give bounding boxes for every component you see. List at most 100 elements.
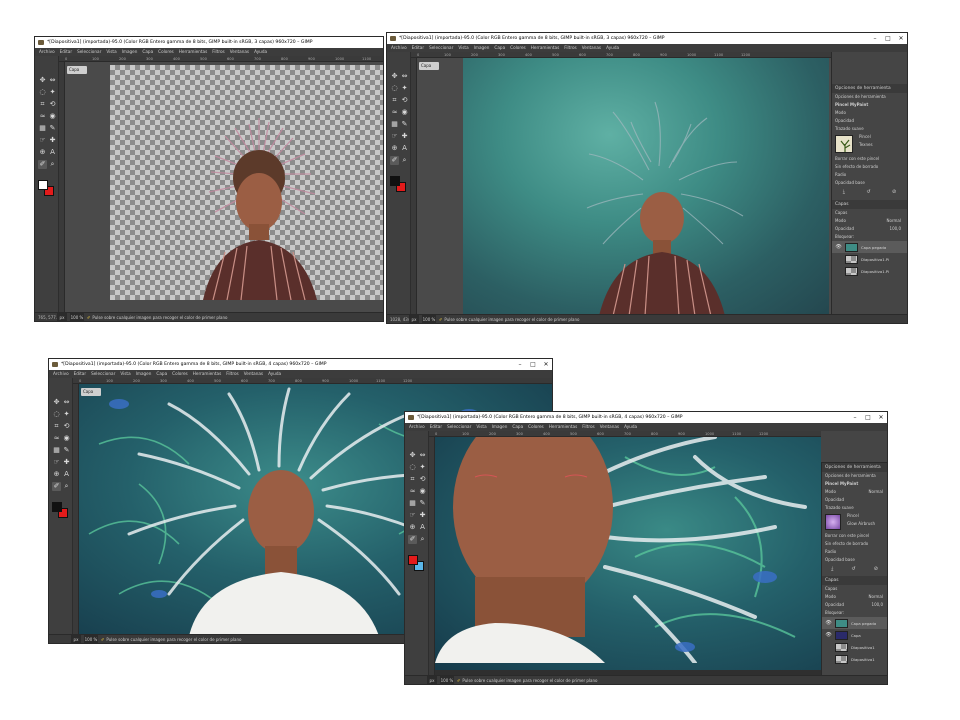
menu-item[interactable]: Editar <box>74 371 86 376</box>
eye-icon[interactable]: 👁 <box>825 632 832 638</box>
heal-icon[interactable]: ✚ <box>418 511 427 520</box>
menu-item[interactable]: Herramientas <box>179 49 208 54</box>
maximize-button[interactable]: □ <box>527 359 539 370</box>
zoom-selector[interactable]: 100 % <box>84 635 98 643</box>
transform-icon[interactable]: ⟲ <box>62 422 71 431</box>
menu-item[interactable]: Filtros <box>226 371 238 376</box>
clone-icon[interactable]: ⊕ <box>408 523 417 532</box>
color-picker-icon[interactable]: ✐ <box>390 156 399 165</box>
bucket-fill-icon[interactable]: ◉ <box>418 487 427 496</box>
restore-icon[interactable]: ↺ <box>866 189 870 195</box>
paintbrush-icon[interactable]: ✎ <box>418 499 427 508</box>
menu-item[interactable]: Colores <box>158 49 174 54</box>
menu-item[interactable]: Filtros <box>564 45 576 50</box>
transform-icon[interactable]: ⟲ <box>48 100 57 109</box>
menu-item[interactable]: Filtros <box>582 424 594 429</box>
radius-slider[interactable]: Radio <box>822 548 887 556</box>
menu-item[interactable]: Ayuda <box>606 45 619 50</box>
layer-mode-row[interactable]: Modo Normal <box>832 217 907 225</box>
fuzzy-select-icon[interactable]: ✦ <box>418 463 427 472</box>
brush-preview[interactable] <box>835 135 853 153</box>
eye-icon[interactable]: 👁 <box>835 244 842 250</box>
move-icon[interactable]: ✥ <box>408 451 417 460</box>
fuzzy-select-icon[interactable]: ✦ <box>62 410 71 419</box>
no-erase-checkbox[interactable]: Sin efecto de borrado <box>832 163 907 171</box>
clone-icon[interactable]: ⊕ <box>38 148 47 157</box>
menu-item[interactable]: Seleccionar <box>429 45 453 50</box>
color-picker-icon[interactable]: ✐ <box>408 535 417 544</box>
clone-icon[interactable]: ⊕ <box>52 470 61 479</box>
menu-item[interactable]: Ayuda <box>268 371 281 376</box>
restore-icon[interactable]: ↺ <box>851 566 855 572</box>
menu-item[interactable]: Ventanas <box>230 49 249 54</box>
base-opacity-slider[interactable]: Opacidad base <box>832 179 907 187</box>
unit-selector[interactable]: px <box>427 676 437 684</box>
maximize-button[interactable]: □ <box>882 33 894 44</box>
warp-icon[interactable]: ≈ <box>38 112 47 121</box>
menu-item[interactable]: Ventanas <box>582 45 601 50</box>
menu-item[interactable]: Imagen <box>474 45 490 50</box>
warp-icon[interactable]: ≈ <box>408 487 417 496</box>
layer-item[interactable]: Diapositiva1.Pi <box>832 265 907 277</box>
transform-icon[interactable]: ⟲ <box>400 96 409 105</box>
crop-icon[interactable]: ⌗ <box>408 475 417 484</box>
menu-item[interactable]: Editar <box>430 424 442 429</box>
heal-icon[interactable]: ✚ <box>400 132 409 141</box>
unit-selector[interactable]: px <box>71 635 81 643</box>
layer-opacity-row[interactable]: Opacidad 100,0 <box>832 225 907 233</box>
menu-item[interactable]: Capa <box>494 45 505 50</box>
foreground-color-swatch[interactable] <box>390 176 400 186</box>
color-picker-icon[interactable]: ✐ <box>38 160 47 169</box>
image-canvas[interactable]: Capa <box>417 58 831 314</box>
smooth-stroke-checkbox[interactable]: Trazado suave <box>822 504 887 512</box>
align-icon[interactable]: ⇔ <box>400 72 409 81</box>
layer-item[interactable]: Diapositiva1 <box>822 653 887 665</box>
menu-item[interactable]: Archivo <box>409 424 425 429</box>
unit-selector[interactable]: px <box>409 315 419 323</box>
layers-tab[interactable]: Capas <box>832 209 907 217</box>
paintbrush-icon[interactable]: ✎ <box>62 446 71 455</box>
menu-item[interactable]: Colores <box>172 371 188 376</box>
menu-item[interactable]: Colores <box>510 45 526 50</box>
menu-item[interactable]: Vista <box>120 371 130 376</box>
heal-icon[interactable]: ✚ <box>62 458 71 467</box>
zoom-selector[interactable]: 100 % <box>422 315 436 323</box>
menu-item[interactable]: Seleccionar <box>447 424 471 429</box>
smudge-icon[interactable]: ☞ <box>390 132 399 141</box>
align-icon[interactable]: ⇔ <box>418 451 427 460</box>
menu-item[interactable]: Ayuda <box>254 49 267 54</box>
menu-item[interactable]: Filtros <box>212 49 224 54</box>
layer-item[interactable]: 👁 Capa pegada <box>822 617 887 629</box>
layers-tab[interactable]: Capas <box>822 585 887 593</box>
image-canvas[interactable]: Capa <box>65 62 383 312</box>
menu-item[interactable]: Imagen <box>122 49 138 54</box>
save-icon[interactable]: ⤓ <box>843 189 845 195</box>
crop-icon[interactable]: ⌗ <box>52 422 61 431</box>
paintbrush-icon[interactable]: ✎ <box>48 124 57 133</box>
layer-dropdown[interactable]: Capa <box>419 62 439 70</box>
gradient-icon[interactable]: ▦ <box>52 446 61 455</box>
text-icon[interactable]: A <box>48 148 57 157</box>
minimize-button[interactable]: – <box>849 412 861 423</box>
menu-item[interactable]: Archivo <box>53 371 69 376</box>
zoom-selector[interactable]: 100 % <box>440 676 454 684</box>
align-icon[interactable]: ⇔ <box>62 398 71 407</box>
lasso-icon[interactable]: ◌ <box>408 463 417 472</box>
image-canvas[interactable] <box>435 437 821 670</box>
menu-item[interactable]: Ventanas <box>244 371 263 376</box>
erase-checkbox[interactable]: Borrar con este pincel <box>822 532 887 540</box>
menu-item[interactable]: Herramientas <box>531 45 560 50</box>
smudge-icon[interactable]: ☞ <box>38 136 47 145</box>
menu-item[interactable]: Vista <box>106 49 116 54</box>
no-erase-checkbox[interactable]: Sin efecto de borrado <box>822 540 887 548</box>
fuzzy-select-icon[interactable]: ✦ <box>48 88 57 97</box>
menu-item[interactable]: Imagen <box>136 371 152 376</box>
menu-item[interactable]: Seleccionar <box>77 49 101 54</box>
layer-dropdown[interactable]: Capa <box>67 66 87 74</box>
erase-checkbox[interactable]: Borrar con este pincel <box>832 155 907 163</box>
warp-icon[interactable]: ≈ <box>390 108 399 117</box>
warp-icon[interactable]: ≈ <box>52 434 61 443</box>
bucket-fill-icon[interactable]: ◉ <box>400 108 409 117</box>
foreground-color-swatch[interactable] <box>38 180 48 190</box>
zoom-icon[interactable]: ⌕ <box>62 482 71 491</box>
